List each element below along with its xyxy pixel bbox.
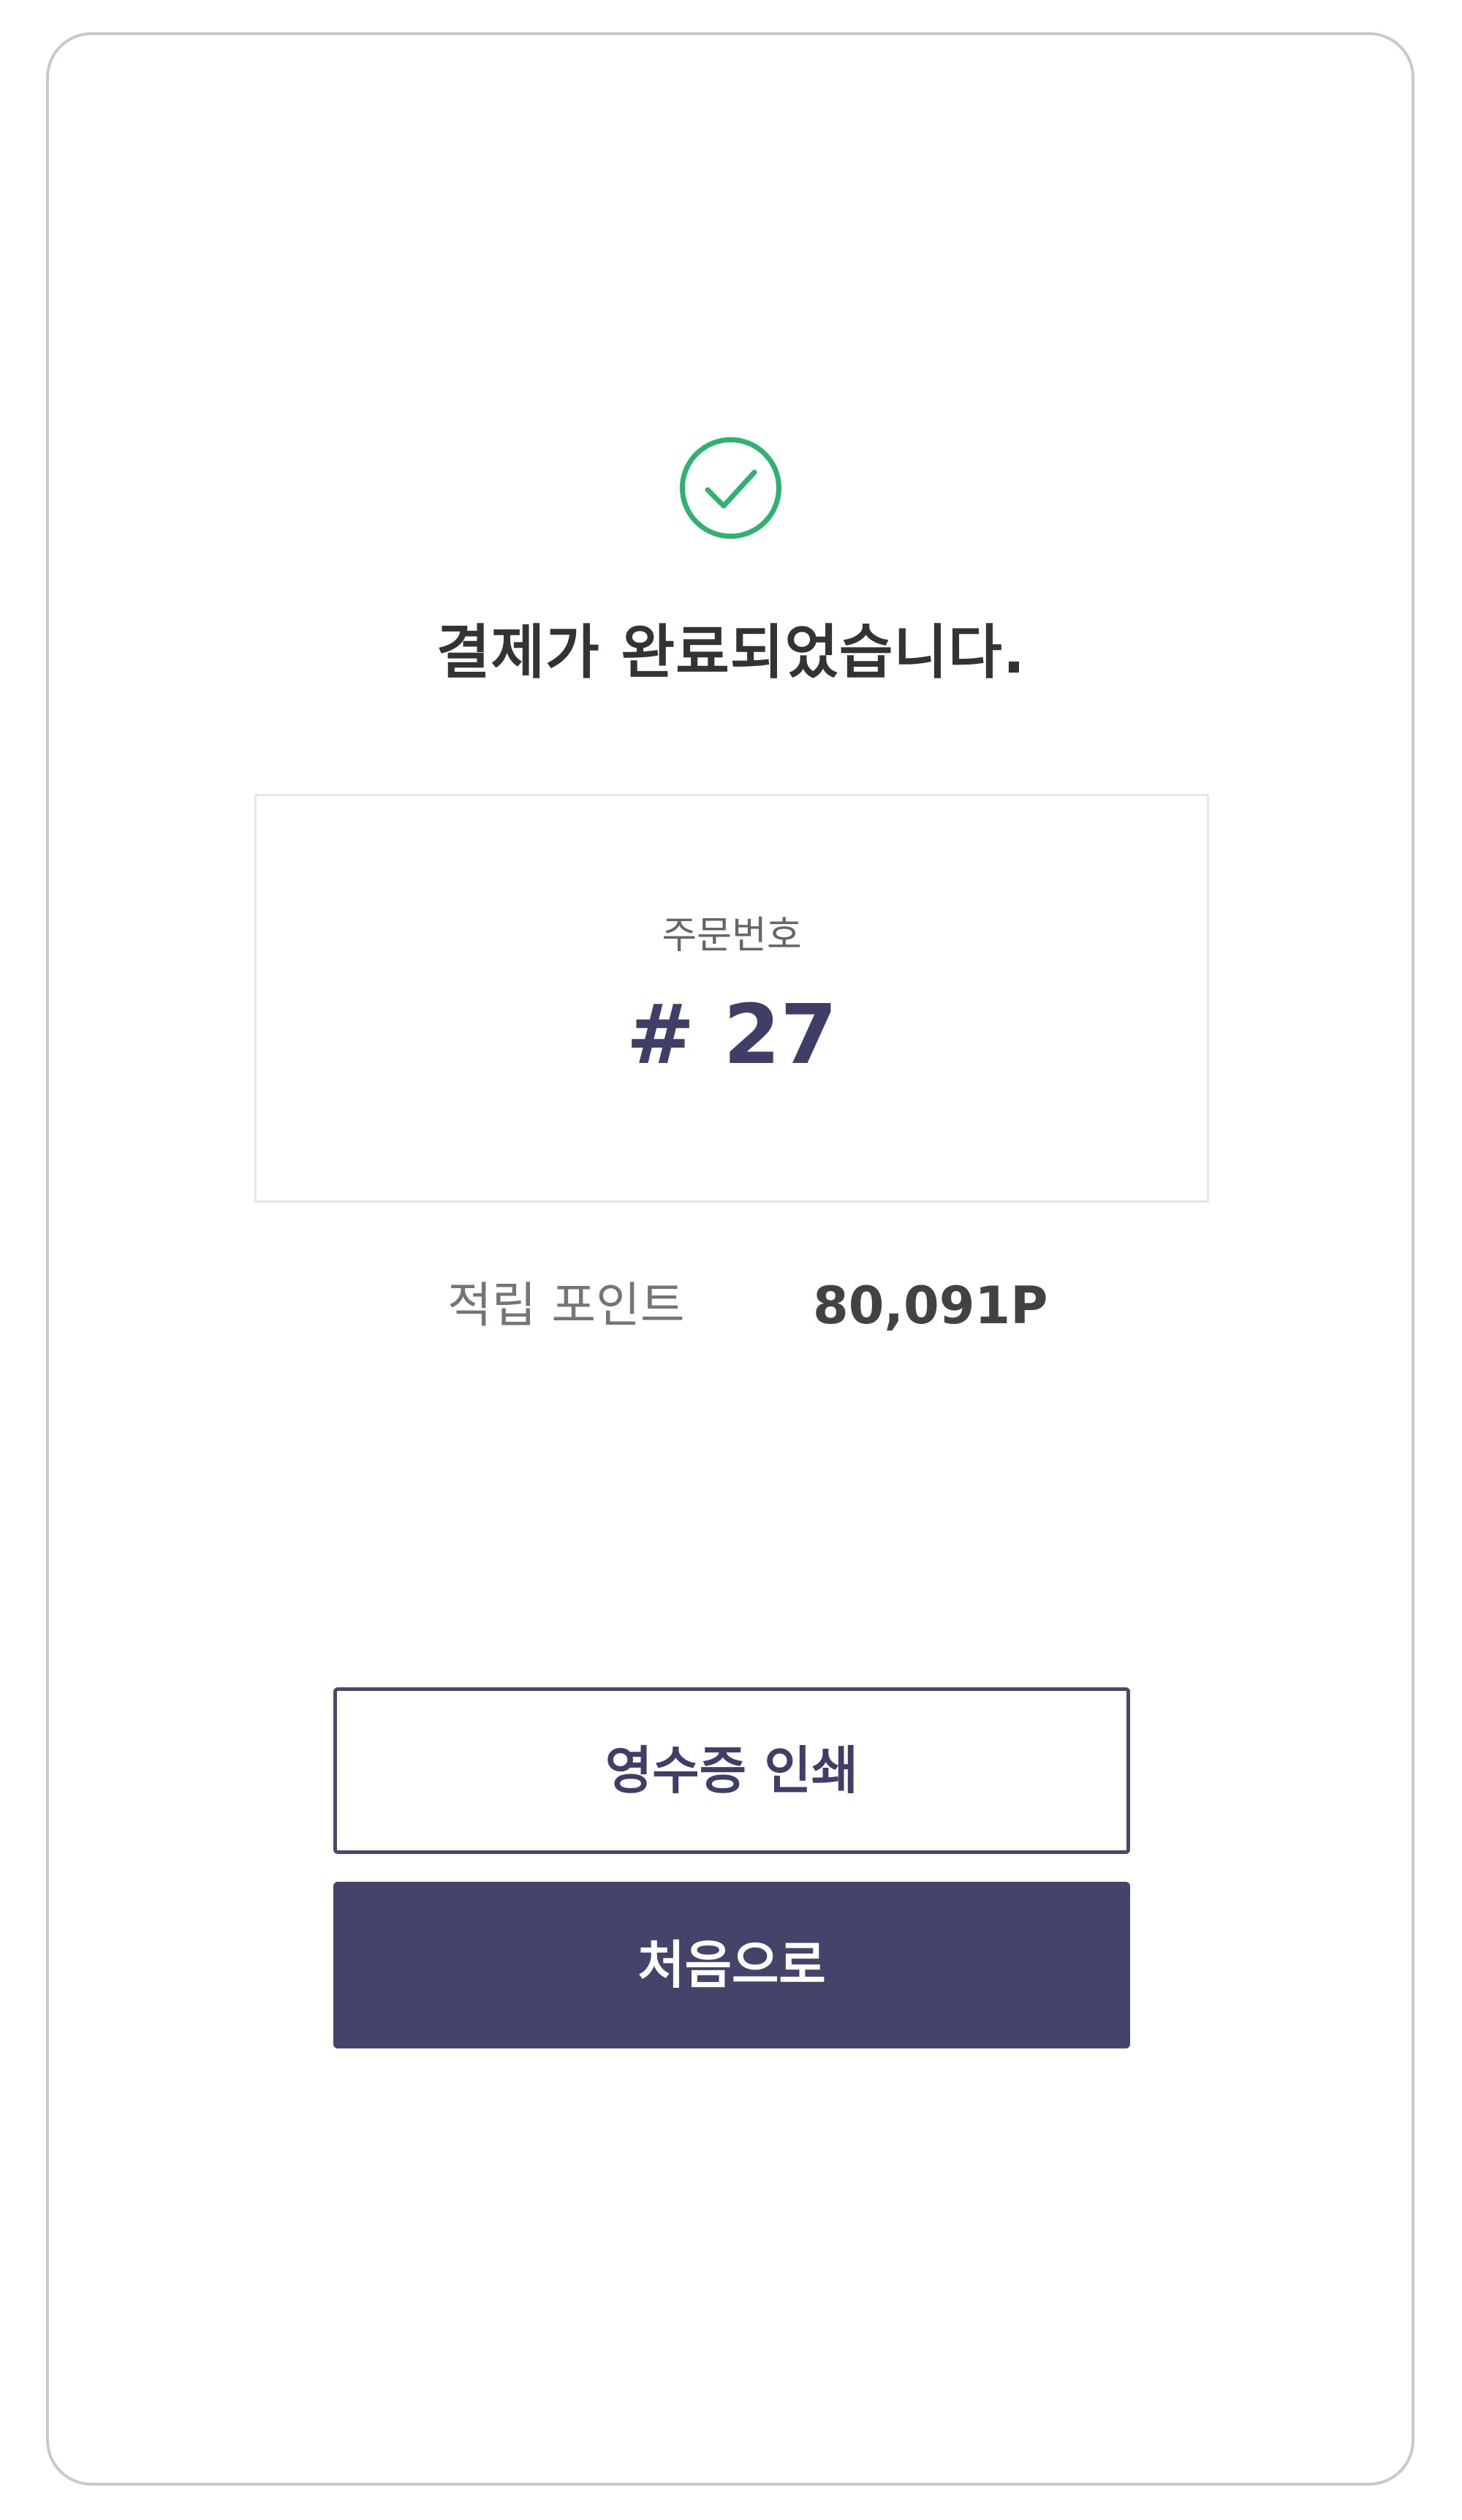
order-number-box: 주문번호 # 27 (254, 794, 1209, 1203)
payment-complete-screen (46, 32, 1414, 2486)
order-number-label: 주문번호 (662, 914, 802, 958)
completion-message: 결제가 완료되었습니다. (436, 618, 1026, 686)
go-home-button[interactable]: 처음으로 (333, 1882, 1130, 2048)
order-number-value: # 27 (626, 988, 838, 1083)
points-value: 80,091P (813, 1276, 1048, 1336)
check-circle-icon (678, 436, 783, 540)
print-receipt-button[interactable]: 영수증 인쇄 (333, 1687, 1130, 1854)
points-label: 적립 포인트 (447, 1277, 685, 1333)
